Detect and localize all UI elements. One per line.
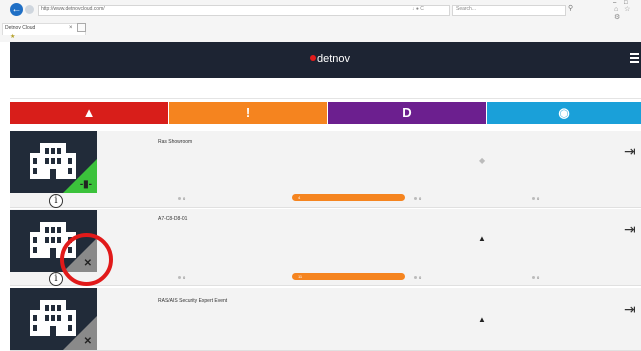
fire-icon: ▲ xyxy=(82,105,96,120)
stat-dot-disablement xyxy=(414,197,417,200)
enter-site-icon[interactable]: ⇥ xyxy=(624,143,636,160)
stat-disablement-count: 0 xyxy=(419,275,422,280)
enter-site-icon[interactable]: ⇥ xyxy=(624,301,636,318)
category-disablement-tab[interactable]: D xyxy=(328,102,486,124)
stat-warning-count: 4 xyxy=(298,195,301,200)
building-icon: -▮- xyxy=(10,131,97,193)
back-arrow-icon[interactable]: ← xyxy=(10,3,23,16)
forward-arrow-icon[interactable] xyxy=(25,5,34,14)
plug-disconnected-icon: ✕ xyxy=(83,336,92,347)
stat-service-count: 0 xyxy=(537,275,540,280)
site-row[interactable] xyxy=(10,288,641,351)
category-fire-tab[interactable]: ▲ xyxy=(10,102,168,124)
stat-warning-count: 11 xyxy=(298,274,303,279)
info-icon[interactable]: i xyxy=(49,194,63,208)
site-name: A7-C8-D8-01 xyxy=(158,216,188,222)
highlight-circle-annotation xyxy=(60,233,113,286)
site-name: RAS/AIS Security Expert Event xyxy=(158,298,228,304)
site-name: Ras Showroom xyxy=(158,139,193,145)
stat-dot-service xyxy=(532,197,535,200)
tab-close-icon[interactable]: × xyxy=(69,25,73,31)
stat-disablement-count: 0 xyxy=(419,196,422,201)
stat-fire-count: 0 xyxy=(183,196,186,201)
enter-site-icon[interactable]: ⇥ xyxy=(624,221,636,238)
category-service-tab[interactable]: ◉ xyxy=(487,102,641,124)
toolbar-spacer xyxy=(10,78,641,99)
bell-icon: ▲ xyxy=(478,234,486,243)
address-bar-controls[interactable]: ↓ ● C xyxy=(412,5,424,14)
stat-dot-disablement xyxy=(414,276,417,279)
plug-connected-icon: -▮- xyxy=(79,179,92,190)
info-icon[interactable]: i xyxy=(49,272,63,286)
logo-text: detnov xyxy=(317,53,351,65)
hamburger-menu-icon[interactable] xyxy=(630,53,639,65)
warning-count-bar xyxy=(292,194,405,201)
detnov-logo[interactable]: detnov xyxy=(310,52,350,66)
browser-toolbar-icons[interactable]: ⌂ ☆ ⚙ xyxy=(614,5,641,21)
tab-label: Detnov Cloud xyxy=(5,25,36,31)
favorites-icon[interactable]: ★ xyxy=(10,33,15,40)
stat-fire-count: 0 xyxy=(183,275,186,280)
stat-service-count: 0 xyxy=(537,196,540,201)
logo-dot xyxy=(310,55,316,61)
category-warning-tab[interactable]: ! xyxy=(169,102,327,124)
service-icon: ◉ xyxy=(558,105,570,120)
exclamation-icon: ! xyxy=(245,105,251,120)
stat-dot-fire xyxy=(178,276,181,279)
stat-dot-fire xyxy=(178,197,181,200)
search-icon[interactable]: ⚲ xyxy=(568,4,573,12)
stat-dot-service xyxy=(532,276,535,279)
bell-icon: ▲ xyxy=(478,315,486,324)
warning-count-bar xyxy=(292,273,405,280)
building-icon: ✕ xyxy=(10,288,97,350)
address-bar-url: http://www.detnovcloud.com/ xyxy=(41,6,105,12)
status-icon: ◆ xyxy=(479,156,486,165)
browser-search-placeholder: Search... xyxy=(456,6,477,12)
disablement-d-icon: D xyxy=(402,105,412,120)
new-tab-button[interactable] xyxy=(77,23,86,32)
